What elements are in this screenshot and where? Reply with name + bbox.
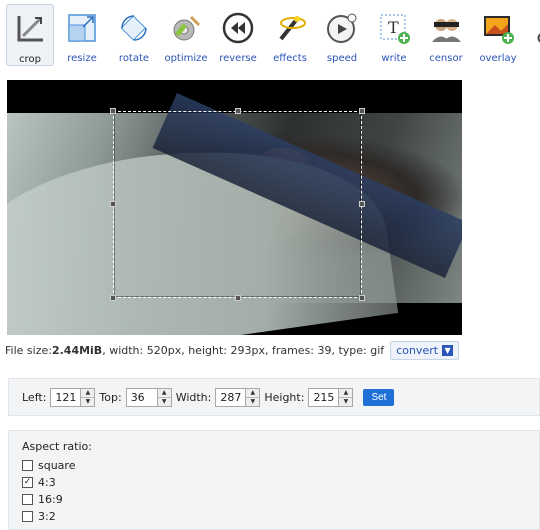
crop-dimensions-panel: Left: 121 ▲ ▼ Top: 36 ▲ ▼ Width: 287 ▲ ▼ He… [8,378,540,416]
tool-reverse[interactable]: reverse [214,4,262,66]
file-info: File size: 2.44MiB , width: 520px, heigh… [5,341,460,360]
aspect-option-square[interactable]: square [22,457,526,474]
crop-handle-n[interactable] [235,108,241,114]
height-input[interactable]: 215 ▲ ▼ [308,387,354,407]
tool-cut[interactable]: cut [526,4,540,66]
tool-label: effects [273,53,307,64]
tool-write[interactable]: T write [370,4,418,66]
tool-label: reverse [219,53,257,64]
tool-crop[interactable]: crop [6,4,54,66]
aspect-option-16-9[interactable]: 16:9 [22,491,526,508]
toolbar: crop resize rotate optimize reverse effe… [0,0,540,70]
top-input[interactable]: 36 ▲ ▼ [125,387,172,407]
tool-rotate[interactable]: rotate [110,4,158,66]
tool-overlay[interactable]: overlay [474,4,522,66]
aspect-option-label: 16:9 [38,493,63,506]
tool-effects[interactable]: effects [266,4,314,66]
checkbox[interactable] [22,494,33,505]
censor-icon [427,9,465,47]
set-button[interactable]: Set [363,388,395,406]
crop-handle-ne[interactable] [359,108,365,114]
speed-icon [323,9,361,47]
overlay-icon [479,9,517,47]
height-value: 215 [313,390,335,404]
width-value: 287 [220,390,242,404]
file-size-value: 2.44MiB [51,344,103,357]
height-spinner[interactable]: ▲ ▼ [338,388,353,406]
tool-censor[interactable]: censor [422,4,470,66]
crop-handle-se[interactable] [359,295,365,301]
tool-resize[interactable]: resize [58,4,106,66]
aspect-option-3-2[interactable]: 3:2 [22,508,526,525]
convert-label: convert [396,344,439,357]
top-spinner[interactable]: ▲ ▼ [156,388,171,406]
file-size-prefix: File size: [5,344,52,357]
crop-handle-nw[interactable] [110,108,116,114]
top-label: Top: [99,390,122,404]
video-preview[interactable] [7,80,462,335]
crop-handle-w[interactable] [110,201,116,207]
aspect-ratio-title: Aspect ratio: [22,440,92,453]
crop-handle-sw[interactable] [110,295,116,301]
svg-text:T: T [388,18,399,37]
resize-icon [63,9,101,47]
aspect-option-4-3[interactable]: ✓ 4:3 [22,474,526,491]
aspect-option-label: 3:2 [38,510,56,523]
tool-label: overlay [479,53,517,64]
reverse-icon [219,9,257,47]
left-input[interactable]: 121 ▲ ▼ [50,387,96,407]
checkbox[interactable] [22,460,33,471]
download-icon: ▼ [442,345,454,356]
tool-label: rotate [118,53,150,64]
aspect-option-label: 4:3 [38,476,56,489]
file-details: , width: 520px, height: 293px, frames: 3… [102,344,385,357]
left-spinner[interactable]: ▲ ▼ [80,388,95,406]
rotate-icon [115,9,153,47]
checkbox[interactable] [22,511,33,522]
height-label: Height: [264,390,305,404]
top-value: 36 [130,390,145,404]
crop-icon [11,10,49,48]
write-icon: T [375,9,413,47]
tool-optimize[interactable]: optimize [162,4,210,66]
tool-label: censor [429,53,463,64]
tool-label: optimize [164,53,208,64]
crop-handle-e[interactable] [359,201,365,207]
left-label: Left: [22,390,47,404]
width-spinner[interactable]: ▲ ▼ [245,388,260,406]
tool-label: speed [326,53,358,64]
left-value: 121 [55,390,77,404]
effects-icon [271,9,309,47]
width-input[interactable]: 287 ▲ ▼ [215,387,261,407]
width-label: Width: [175,390,212,404]
optimize-icon [167,9,205,47]
crop-handle-s[interactable] [235,295,241,301]
aspect-option-label: square [38,459,76,472]
tool-label: resize [67,53,97,64]
tool-label: write [381,53,407,64]
convert-button[interactable]: convert ▼ [390,341,460,360]
crop-selection[interactable] [110,108,365,301]
tool-speed[interactable]: speed [318,4,366,66]
tool-label: crop [19,54,41,65]
checkbox-checked[interactable]: ✓ [22,477,33,488]
aspect-ratio-panel: Aspect ratio: square ✓ 4:3 16:9 3:2 [8,430,540,530]
cut-icon [531,9,540,47]
